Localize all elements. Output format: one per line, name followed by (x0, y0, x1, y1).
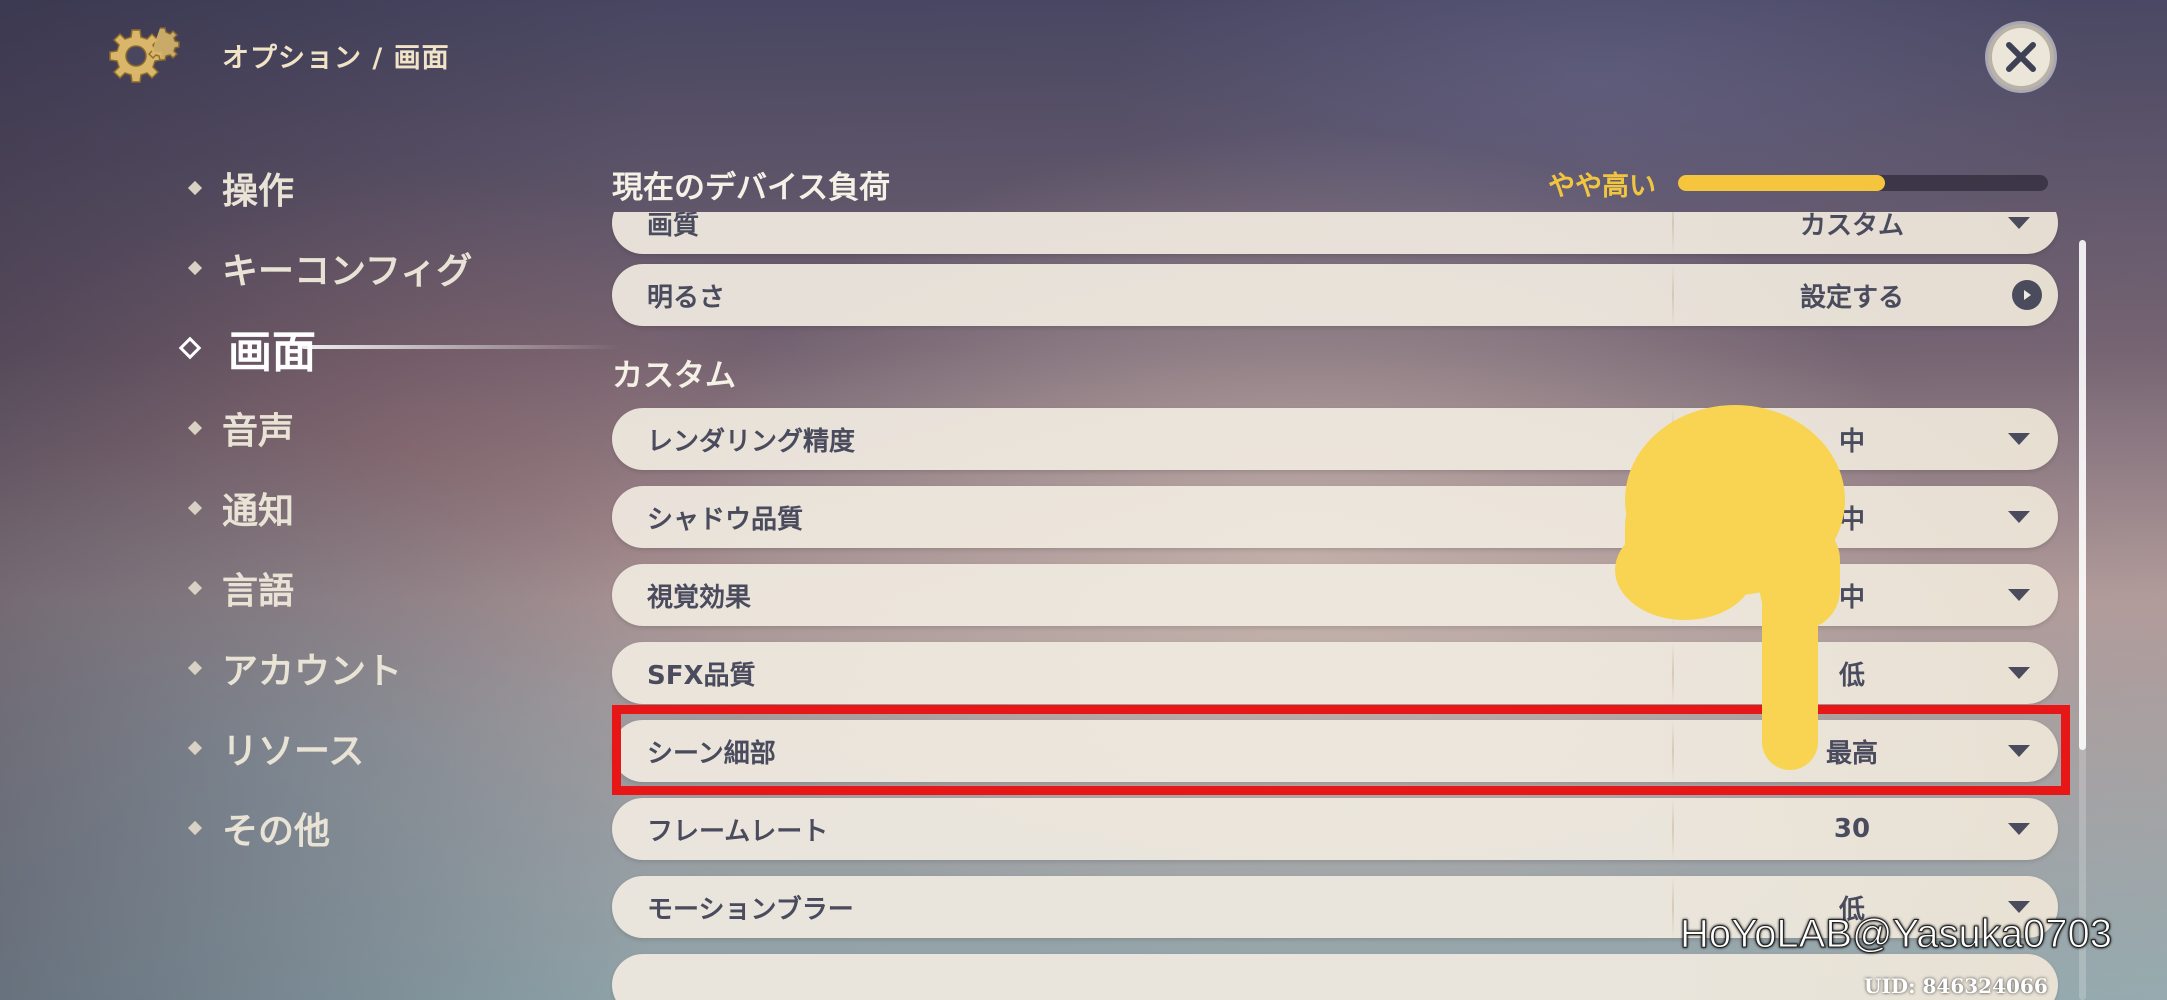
diamond-icon (187, 180, 203, 196)
row-divider (1672, 876, 1674, 938)
device-load-bar (1678, 175, 2048, 191)
watermark: HoYoLAB@Yasuka0703 (1679, 912, 2113, 957)
chevron-down-icon (2008, 511, 2030, 523)
sidebar-item-resources[interactable]: リソース (187, 708, 590, 788)
setting-value: 30 (1833, 814, 1871, 844)
setting-value: 設定する (1799, 282, 1904, 313)
sidebar-item-graphics[interactable]: 画面 (178, 308, 622, 388)
diamond-icon (187, 260, 203, 276)
sidebar-item-account[interactable]: アカウント (187, 628, 590, 708)
row-divider (1672, 212, 1674, 254)
sidebar-item-label: キーコンフィグ (222, 251, 473, 292)
pointing-hand-icon (1610, 400, 1870, 780)
gear-icon (102, 22, 182, 92)
setting-label: 明るさ (647, 282, 726, 313)
sidebar-item-label: 音声 (222, 411, 295, 452)
device-load-fill (1678, 175, 1886, 191)
diamond-icon (187, 420, 203, 436)
sidebar-item-other[interactable]: その他 (187, 788, 590, 868)
device-load-title: 現在のデバイス負荷 (612, 170, 891, 206)
diamond-icon (187, 500, 203, 516)
diamond-icon (187, 740, 203, 756)
row-divider (1672, 798, 1674, 860)
setting-label: フレームレート (647, 816, 829, 847)
sidebar-item-audio[interactable]: 音声 (187, 388, 590, 468)
chevron-down-icon (2008, 823, 2030, 835)
setting-row-frame-rate[interactable]: フレームレート 30 (612, 798, 2058, 860)
setting-label: 画質 (647, 212, 700, 241)
row-divider (1672, 264, 1674, 326)
sidebar-item-label: 操作 (222, 171, 295, 212)
diamond-icon (187, 820, 203, 836)
sidebar-item-label: 言語 (222, 571, 295, 612)
diamond-icon (187, 580, 203, 596)
setting-row-brightness[interactable]: 明るさ 設定する (612, 264, 2058, 326)
breadcrumb: オプション / 画面 (222, 43, 450, 74)
close-icon (2006, 42, 2036, 72)
chevron-down-icon (2008, 217, 2030, 229)
diamond-icon (187, 660, 203, 676)
sidebar-item-label: 通知 (222, 491, 295, 532)
diamond-active-icon (178, 336, 202, 360)
setting-row-partial[interactable] (612, 954, 2058, 1000)
sidebar-item-label: その他 (222, 811, 331, 852)
sidebar-item-label: アカウント (222, 651, 403, 692)
setting-value: カスタム (1799, 212, 1904, 241)
scrollbar-thumb[interactable] (2079, 240, 2086, 750)
uid-label: UID: 846324066 (1864, 974, 2048, 998)
sidebar-item-notifications[interactable]: 通知 (187, 468, 590, 548)
chevron-down-icon (2008, 433, 2030, 445)
sidebar-item-language[interactable]: 言語 (187, 548, 590, 628)
sidebar-item-label: リソース (222, 731, 365, 772)
sidebar-item-controls[interactable]: 操作 (187, 148, 590, 228)
section-title-custom: カスタム (612, 358, 736, 394)
sidebar-item-key-config[interactable]: キーコンフィグ (187, 228, 590, 308)
setting-label: レンダリング精度 (647, 426, 856, 457)
setting-row-quality[interactable]: 画質 カスタム (612, 212, 2058, 254)
sidebar: 操作 キーコンフィグ 画面 音声 通知 言語 アカウント リソース その他 (178, 148, 622, 868)
chevron-down-icon (2008, 589, 2030, 601)
setting-label: モーションブラー (647, 894, 854, 925)
setting-label: 視覚効果 (647, 582, 752, 613)
arrow-right-icon[interactable] (2012, 280, 2042, 310)
device-load-level: やや高い (1548, 171, 1656, 202)
setting-label: SFX品質 (647, 660, 756, 691)
sidebar-item-label: 画面 (228, 327, 316, 378)
setting-label: シャドウ品質 (647, 504, 804, 535)
close-button[interactable] (1988, 24, 2054, 90)
chevron-down-icon (2008, 667, 2030, 679)
